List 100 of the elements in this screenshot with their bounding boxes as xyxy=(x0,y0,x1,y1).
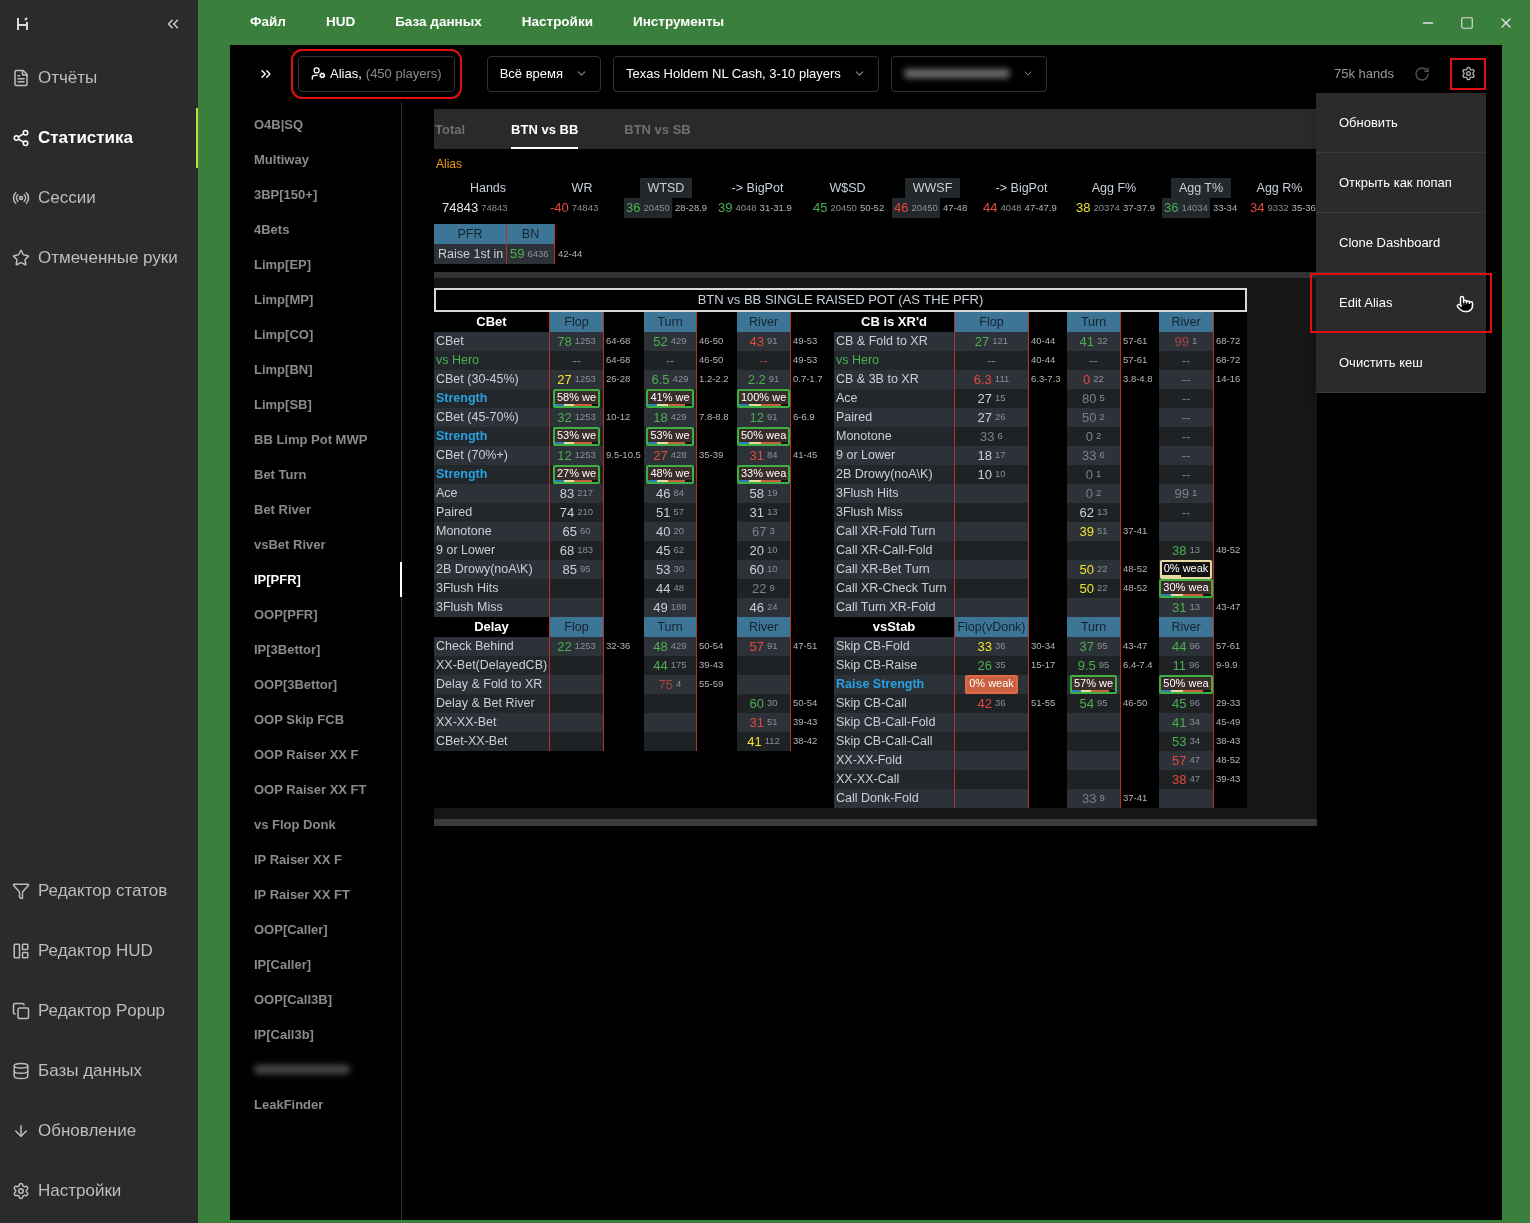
menu-item[interactable]: Clone Dashboard xyxy=(1316,213,1486,273)
report-item[interactable]: Multiway xyxy=(254,142,402,177)
report-item[interactable]: IP[PFR] xyxy=(254,562,402,597)
stat-value: 10 xyxy=(977,468,992,481)
report-item[interactable]: IP[3Bettor] xyxy=(254,632,402,667)
sample-count: 111 xyxy=(994,372,1010,387)
range-text: 37-41 xyxy=(1123,524,1148,539)
report-item[interactable]: OOP[Caller] xyxy=(254,912,402,947)
range-text: 39-43 xyxy=(793,715,818,730)
refresh-icon[interactable] xyxy=(1414,65,1430,82)
sample-count: 13 xyxy=(1189,600,1200,615)
range-text: 51-55 xyxy=(1031,696,1056,711)
range-text: 48-52 xyxy=(1123,581,1148,596)
nav-item[interactable]: Редактор HUD xyxy=(0,921,198,981)
report-item[interactable]: IP Raiser XX FT xyxy=(254,877,402,912)
menu-item[interactable]: Инструменты xyxy=(633,12,725,33)
stat-value: 99 xyxy=(1174,487,1190,500)
report-item[interactable]: vs Flop Donk xyxy=(254,807,402,842)
sample-count: 20 xyxy=(673,524,684,539)
report-item[interactable]: vsBet River xyxy=(254,527,402,562)
nav-item[interactable]: Редактор статов xyxy=(0,861,198,921)
filter-dropdown[interactable]: Texas Holdem NL Cash, 3-10 players xyxy=(613,55,879,92)
sample-count: 1 xyxy=(1192,486,1198,501)
sample-count: 4048 xyxy=(735,200,757,215)
table-cell xyxy=(644,713,697,732)
sample-count: 210 xyxy=(577,505,594,520)
blurred-text[interactable] xyxy=(254,1065,350,1074)
menu-item[interactable]: Файл xyxy=(250,12,286,33)
report-item[interactable]: BB Limp Pot MWP xyxy=(254,422,402,457)
range-text: 35-39 xyxy=(699,448,724,463)
stat-value: 37 xyxy=(1079,640,1094,653)
menu-item[interactable]: Edit Alias xyxy=(1310,273,1492,333)
range-text: 7.8-8.8 xyxy=(699,410,729,425)
stat-label: CBet (30-45%) xyxy=(436,371,519,389)
menu-item[interactable]: Открыть как попап xyxy=(1316,153,1486,213)
menu-item[interactable]: Настройки xyxy=(521,12,593,33)
stat-value: 60 xyxy=(749,563,764,576)
range-text: 0.7-1.7 xyxy=(793,372,823,387)
strength-bar: 58% we xyxy=(552,389,601,408)
stat-label: Call Donk-Fold xyxy=(836,790,919,808)
maximize-icon[interactable] xyxy=(1460,15,1474,30)
report-item[interactable]: Limp[SB] xyxy=(254,387,402,422)
sample-count: 36 xyxy=(994,696,1006,711)
report-item[interactable]: IP[Caller] xyxy=(254,947,402,982)
scrollbar[interactable] xyxy=(434,819,1317,826)
settings-button[interactable] xyxy=(1450,57,1486,90)
report-item[interactable]: OOP Raiser XX FT xyxy=(254,772,402,807)
stat-value: 33 xyxy=(980,430,995,443)
nav-item[interactable]: Отчёты xyxy=(0,48,198,108)
report-item[interactable]: OOP[Call3B] xyxy=(254,982,402,1017)
report-item[interactable]: OOP Raiser XX F xyxy=(254,737,402,772)
menu-item[interactable]: База данных xyxy=(395,12,482,33)
nav-item[interactable]: Обновление xyxy=(0,1101,198,1161)
report-item[interactable]: IP[Call3b] xyxy=(254,1017,402,1052)
menu-item[interactable]: Обновить xyxy=(1316,93,1486,153)
nav-icon xyxy=(12,1182,30,1200)
stat-header: Agg F% xyxy=(1091,179,1137,197)
stat-header: WWSF xyxy=(904,178,961,198)
nav-item[interactable]: Отмеченные руки xyxy=(0,228,198,288)
report-item[interactable]: OOP[PFR] xyxy=(254,597,402,632)
stat-label: Ace xyxy=(836,390,858,408)
range-text: 32-36 xyxy=(606,639,631,654)
report-item[interactable]: OOP Skip FCB xyxy=(254,702,402,737)
menu-item[interactable]: Очистить кеш xyxy=(1316,333,1486,393)
report-item[interactable]: OOP[3Bettor] xyxy=(254,667,402,702)
nav-icon xyxy=(12,249,30,267)
filter-dropdown[interactable]: Всё время xyxy=(486,55,602,92)
report-item[interactable]: Bet Turn xyxy=(254,457,402,492)
report-item[interactable]: O4B|SQ xyxy=(254,107,402,142)
nav-item[interactable]: Статистика xyxy=(0,108,198,168)
report-item[interactable]: Limp[MP] xyxy=(254,282,402,317)
nav-item[interactable]: Сессии xyxy=(0,168,198,228)
stat-label: CBet (45-70%) xyxy=(436,409,519,427)
report-item[interactable]: 4Bets xyxy=(254,212,402,247)
stat-value: -40 xyxy=(550,199,569,218)
menu-item[interactable]: HUD xyxy=(325,12,356,33)
strength-bar: 50% wea xyxy=(737,427,790,446)
range-text: 47-47.9 xyxy=(1024,200,1057,215)
report-item[interactable]: Bet River xyxy=(254,492,402,527)
stat-label: Delay & Fold to XR xyxy=(436,676,543,694)
report-item[interactable]: Limp[CO] xyxy=(254,317,402,352)
table-cell xyxy=(644,732,697,751)
nav-item[interactable]: Редактор Popup xyxy=(0,981,198,1041)
report-item[interactable]: Limp[EP] xyxy=(254,247,402,282)
stat-label: 2B Drowy(noA\K) xyxy=(436,561,533,579)
sample-count: 95 xyxy=(579,562,591,577)
nav-item[interactable]: Настройки xyxy=(0,1161,198,1221)
report-item[interactable]: Limp[BN] xyxy=(254,352,402,387)
report-item[interactable]: 3BP[150+] xyxy=(254,177,402,212)
report-item[interactable]: IP Raiser XX F xyxy=(254,842,402,877)
range-text: 39-43 xyxy=(1216,772,1241,787)
sample-count: 14034 xyxy=(1181,200,1208,215)
report-item[interactable]: LeakFinder xyxy=(254,1087,402,1122)
street-header: BN xyxy=(507,224,555,244)
strength-bar: 53% we xyxy=(552,427,601,446)
nav-item[interactable]: Базы данных xyxy=(0,1041,198,1101)
stat-value: 45 xyxy=(813,199,828,218)
street-header: River xyxy=(737,312,791,332)
stat-label: Skip CB-Fold xyxy=(836,638,910,656)
filter-dropdown[interactable] xyxy=(890,55,1047,92)
